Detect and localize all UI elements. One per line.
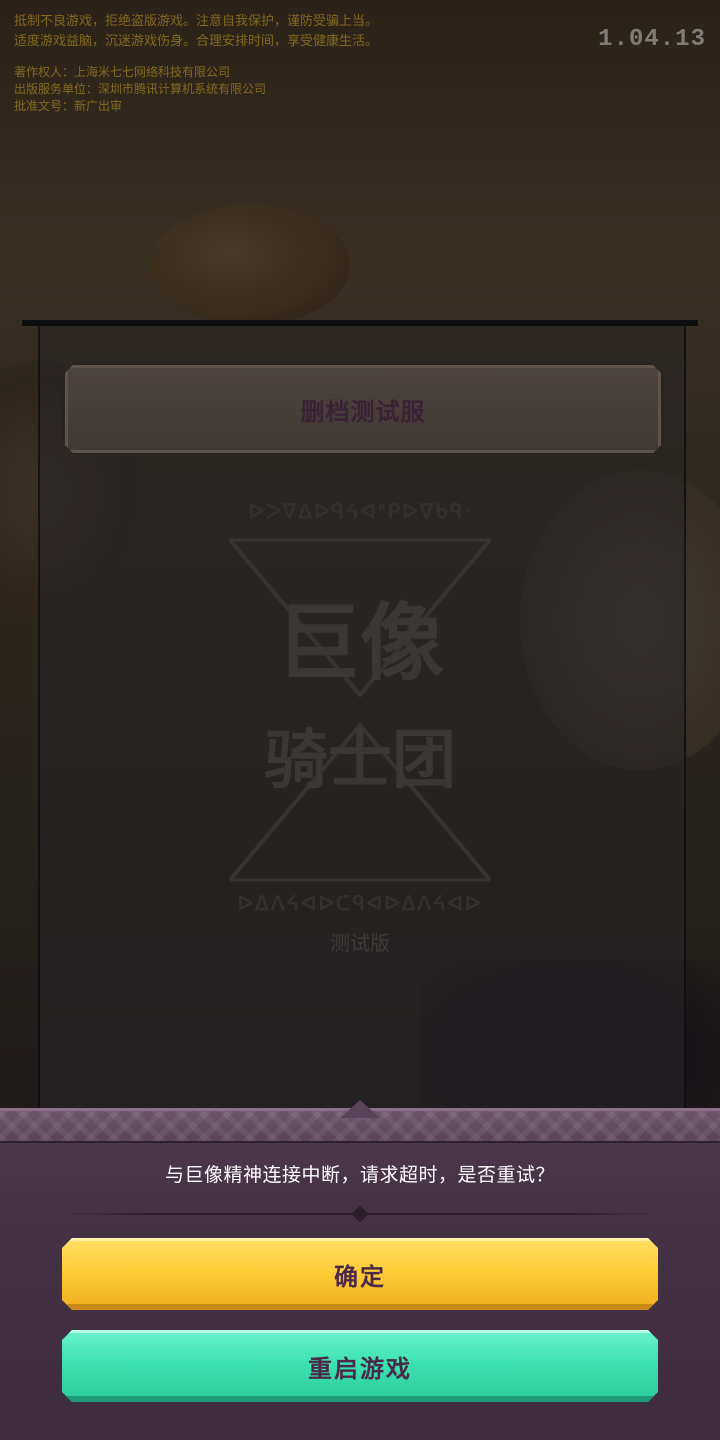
notice-line-1: 抵制不良游戏，拒绝盗版游戏。注意自我保护，谨防受骗上当。 — [14, 14, 379, 29]
server-select-button[interactable]: 删档测试服 — [62, 362, 664, 456]
logo-rune-top: ᐅᐳᐁᐃᐅᑫᔦᐊᐢᑭᐅᐁᑲᑫᐧ — [248, 499, 472, 523]
health-notice: 抵制不良游戏，拒绝盗版游戏。注意自我保护，谨防受骗上当。 适度游戏益脑，沉迷游戏… — [14, 12, 534, 115]
logo-rune-bottom: ᐅᐃᐱᔦᐊᐅᑕᑫᐊᐅᐃᐱᔦᐊᐅ — [237, 891, 483, 915]
restart-game-button[interactable]: 重启游戏 — [62, 1330, 658, 1402]
restart-game-button-label: 重启游戏 — [308, 1354, 412, 1383]
logo-title-line-1: 巨像 — [275, 594, 444, 692]
logo-subtitle: 测试版 — [330, 931, 390, 955]
logo-title-line-2: 骑士团 — [264, 724, 456, 798]
server-label: 删档测试服 — [300, 397, 426, 426]
version-label: 1.04.13 — [598, 26, 706, 53]
publisher-line-3: 批准文号：新广出审 — [14, 99, 123, 113]
confirm-button-label: 确定 — [334, 1262, 386, 1291]
notice-line-2: 适度游戏益脑，沉迷游戏伤身。合理安排时间，享受健康生活。 — [14, 34, 379, 49]
publisher-line-1: 著作权人：上海米七七网络科技有限公司 — [14, 65, 231, 79]
game-logo: ᐅᐳᐁᐃᐅᑫᔦᐊᐢᑭᐅᐁᑲᑫᐧ 巨像 骑士团 ᐅᐃᐱᔦᐊᐅᑕᑫᐊᐅᐃᐱᔦᐊᐅ 测… — [200, 495, 520, 965]
game-screen: 抵制不良游戏，拒绝盗版游戏。注意自我保护，谨防受骗上当。 适度游戏益脑，沉迷游戏… — [0, 0, 720, 1440]
server-panel-top-edge — [22, 320, 698, 326]
publisher-line-2: 出版服务单位：深圳市腾讯计算机系统有限公司 — [14, 82, 267, 96]
confirm-button[interactable]: 确定 — [62, 1238, 658, 1310]
dialog-message: 与巨像精神连接中断，请求超时，是否重试？ — [164, 1164, 555, 1186]
